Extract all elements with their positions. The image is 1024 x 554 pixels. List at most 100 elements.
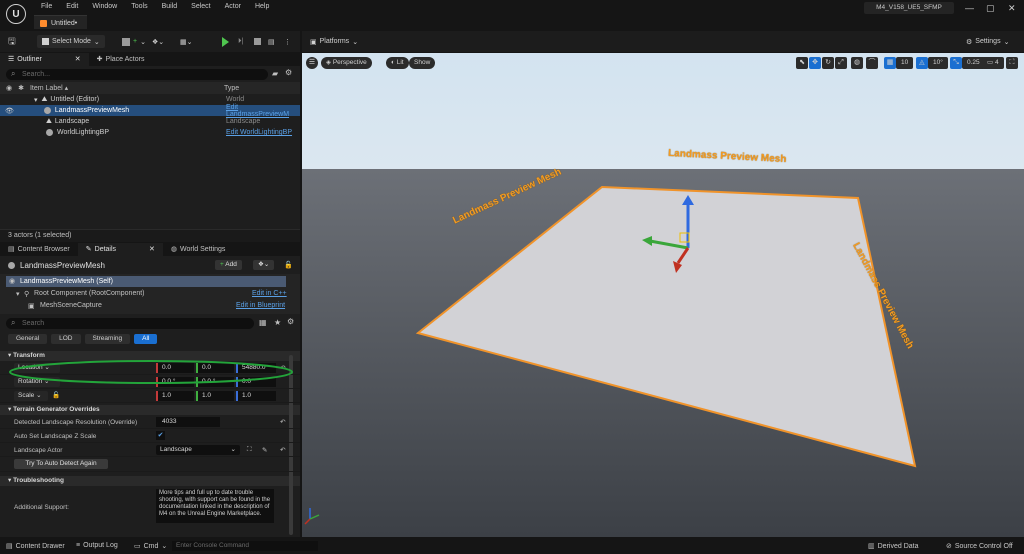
expand-arrow-icon[interactable]: ▾ xyxy=(34,96,38,104)
lock-icon[interactable]: 🔓 xyxy=(284,261,293,269)
edit-in-cpp-link[interactable]: Edit in C++ xyxy=(252,290,287,297)
chevron-down-icon: ⌄ xyxy=(230,446,236,453)
reset-icon[interactable]: ↶ xyxy=(280,418,285,426)
level-icon xyxy=(40,20,47,27)
landscape-icon: ⛰ xyxy=(46,117,52,125)
scale-dropdown[interactable]: Scale ⌄ xyxy=(14,391,48,401)
root-component-label[interactable]: Root Component (RootComponent) xyxy=(34,290,145,297)
col-item-label[interactable]: Item Label xyxy=(30,85,63,92)
document-tab[interactable]: Untitled• xyxy=(34,15,88,29)
blueprint-options-button[interactable]: ❖⌄ xyxy=(253,260,275,270)
menu-help[interactable]: Help xyxy=(248,3,276,10)
add-content-icon[interactable]: + ⌄ xyxy=(122,35,146,48)
menu-edit[interactable]: Edit xyxy=(59,3,85,10)
tree-row-worldlighting[interactable]: WorldLightingBP Edit WorldLightingBP xyxy=(0,127,300,138)
filter-lod[interactable]: LOD xyxy=(51,334,81,344)
filter-all[interactable]: All xyxy=(134,334,158,344)
scale-z-input[interactable]: 1.0 xyxy=(236,391,276,401)
tab-content-browser[interactable]: ▤ Content Browser xyxy=(0,243,78,256)
star-icon[interactable]: ★ xyxy=(274,318,281,327)
menu-select[interactable]: Select xyxy=(184,3,217,10)
source-control-button[interactable]: ⊘ Source Control Off xyxy=(946,542,1013,551)
main-toolbar: 🖫 Select Mode ⌄ + ⌄ ❖⌄ ▦⌄ ⏵| ▤ ⋮ xyxy=(0,31,300,52)
play-button[interactable] xyxy=(222,35,229,48)
cinematics-icon[interactable]: ▦⌄ xyxy=(180,35,192,48)
col-type[interactable]: Type xyxy=(224,85,239,92)
mesh-scene-capture-label[interactable]: MeshSceneCapture xyxy=(40,302,102,309)
level-viewport[interactable]: ☰ ◈ Perspective ◐ Lit Show ⬉ ✥ ↻ ⤢ ◍ ⌒ ▦… xyxy=(302,53,1024,537)
filter-general[interactable]: General xyxy=(8,334,48,344)
tree-row-landmass[interactable]: 👁 LandmassPreviewMesh Edit LandmassPrevi… xyxy=(0,104,300,118)
menu-window[interactable]: Window xyxy=(85,3,124,10)
tab-details[interactable]: ✎ Details ✕ xyxy=(77,243,163,256)
step-icon[interactable]: ⏵| xyxy=(238,35,243,48)
tab-world-settings[interactable]: ◍ World Settings xyxy=(163,243,234,256)
outliner-column-header: ◉ ✱ Item Label ▴ Type xyxy=(0,82,300,94)
menu-build[interactable]: Build xyxy=(155,3,185,10)
scale-y-input[interactable]: 1.0 xyxy=(196,391,234,401)
add-component-button[interactable]: + Add xyxy=(215,260,242,270)
reset-icon[interactable]: ↶ xyxy=(280,446,285,454)
edit-worldlighting-link[interactable]: Edit WorldLightingBP xyxy=(226,129,292,136)
tree-row-landscape[interactable]: ⛰ Landscape Landscape xyxy=(0,116,300,127)
browse-icon[interactable]: ⛶ xyxy=(247,446,252,454)
tab-outliner[interactable]: ☰ Outliner ✕ xyxy=(0,53,89,66)
lock-column-icon: ✱ xyxy=(18,85,24,92)
tab-place-actors[interactable]: ✚ Place Actors xyxy=(89,53,153,66)
platforms-menu[interactable]: ▣ Platforms ⌄ xyxy=(310,35,358,48)
stop-button[interactable] xyxy=(254,35,261,48)
details-search-input[interactable]: Search xyxy=(6,317,254,329)
close-button[interactable]: ✕ xyxy=(1008,3,1016,14)
landmass-preview-mesh[interactable] xyxy=(415,185,917,468)
scale-x-input[interactable]: 1.0 xyxy=(156,391,194,401)
settings-menu[interactable]: ⚙ Settings ⌄ xyxy=(966,35,1009,48)
menu-tools[interactable]: Tools xyxy=(124,3,154,10)
launch-icon[interactable]: ▤ xyxy=(268,35,275,48)
status-bar: ▤ Content Drawer ≡ Output Log ▭ Cmd ⌄ Enter … xyxy=(0,538,1024,554)
minimize-button[interactable]: — xyxy=(965,3,974,13)
visibility-icon[interactable]: ◉ xyxy=(6,84,12,92)
auto-detect-button[interactable]: Try To Auto Detect Again xyxy=(14,459,108,469)
cmd-dropdown[interactable]: ▭ Cmd ⌄ xyxy=(134,542,167,551)
derived-data-button[interactable]: ▥ Derived Data xyxy=(868,542,918,551)
filter-streaming[interactable]: Streaming xyxy=(84,334,131,344)
menu-file[interactable]: File xyxy=(34,3,59,10)
component-tree: ◉ LandmassPreviewMesh (Self) ▾ ⚲ Root Co… xyxy=(0,274,300,314)
output-log-button[interactable]: ≡ Output Log xyxy=(76,542,118,549)
auto-set-row: Auto Set Landscape Z Scale ✔ xyxy=(0,429,300,443)
outliner-search-input[interactable]: Search... xyxy=(6,68,268,80)
content-drawer-button[interactable]: ▤ Content Drawer xyxy=(6,542,65,551)
close-icon[interactable]: ✕ xyxy=(75,53,81,66)
chevron-down-icon: ⌄ xyxy=(93,38,100,46)
select-mode-dropdown[interactable]: Select Mode ⌄ xyxy=(37,35,105,48)
menu-actor[interactable]: Actor xyxy=(218,3,248,10)
terrain-section-header[interactable]: ▾ Terrain Generator Overrides xyxy=(0,405,300,415)
close-icon[interactable]: ✕ xyxy=(149,243,155,256)
settings-label: Settings xyxy=(975,38,1001,45)
blueprint-icon[interactable]: ❖⌄ xyxy=(152,35,164,48)
expand-arrow-icon[interactable]: ▾ xyxy=(16,290,20,298)
more-options-icon[interactable]: ⋮ xyxy=(284,35,291,48)
landscape-actor-dropdown[interactable]: Landscape ⌄ xyxy=(156,445,240,455)
maximize-button[interactable]: ▢ xyxy=(986,3,995,14)
lock-scale-icon[interactable]: 🔓 xyxy=(52,391,60,399)
scale-row: Scale ⌄ 🔓 1.0 1.0 1.0 xyxy=(0,389,300,403)
console-input[interactable]: Enter Console Command xyxy=(172,541,318,551)
eyedropper-icon[interactable]: ✎ xyxy=(262,446,267,454)
component-self[interactable]: ◉ LandmassPreviewMesh (Self) xyxy=(6,276,286,287)
output-log-icon: ≡ xyxy=(76,542,81,549)
detected-resolution-input[interactable]: 4033 xyxy=(156,417,220,427)
troubleshooting-section-header[interactable]: ▾ Troubleshooting xyxy=(0,476,300,486)
add-folder-icon[interactable]: ▰ xyxy=(272,69,278,78)
save-icon[interactable]: 🖫 xyxy=(8,35,16,48)
table-view-icon[interactable]: ▦ xyxy=(259,318,267,327)
edit-in-blueprint-link[interactable]: Edit in Blueprint xyxy=(236,302,285,309)
unreal-logo-icon[interactable]: U xyxy=(6,4,26,24)
root-component-icon: ⚲ xyxy=(24,291,30,298)
chevron-down-icon: ⌄ xyxy=(352,38,359,46)
sort-up-icon: ▴ xyxy=(64,85,69,92)
gear-icon[interactable]: ⚙ xyxy=(285,68,292,77)
visibility-eye-icon[interactable]: 👁 xyxy=(5,107,14,115)
gear-icon[interactable]: ⚙ xyxy=(287,317,294,326)
auto-set-checkbox[interactable]: ✔ xyxy=(156,431,165,440)
